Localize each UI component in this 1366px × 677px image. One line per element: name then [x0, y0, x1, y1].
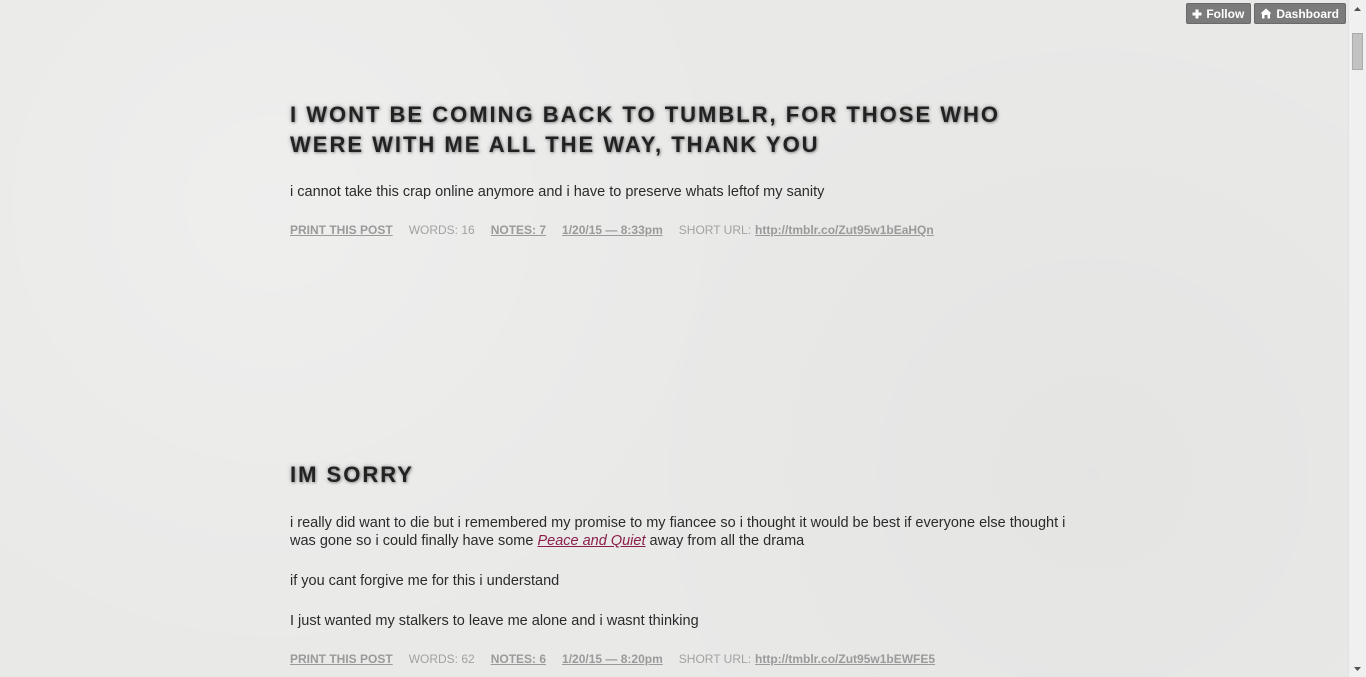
post-body: i cannot take this crap online anymore a… — [290, 183, 1080, 201]
home-icon — [1260, 8, 1272, 19]
dashboard-label: Dashboard — [1276, 6, 1339, 21]
post-meta: PRINT THIS POST WORDS: 16 NOTES: 7 1/20/… — [290, 223, 1080, 237]
peace-and-quiet-link[interactable]: Peace and Quiet — [537, 533, 645, 549]
post-title: IM SORRY — [290, 462, 414, 487]
word-count: WORDS: 16 — [408, 223, 475, 237]
short-url-label: SHORT URL: — [678, 652, 752, 666]
post-paragraph: I just wanted my stalkers to leave me al… — [290, 613, 699, 629]
post-title-line-1: I WONT BE COMING BACK TO TUMBLR, FOR THO… — [290, 102, 1000, 127]
scroll-thumb[interactable] — [1352, 33, 1363, 70]
post-paragraph: i cannot take this crap online anymore a… — [290, 184, 825, 200]
short-url-link[interactable]: http://tmblr.co/Zut95w1bEWFE5 — [755, 652, 935, 666]
notes-link[interactable]: NOTES: 7 — [491, 223, 546, 237]
print-post-link[interactable]: PRINT THIS POST — [290, 223, 393, 237]
notes-link[interactable]: NOTES: 6 — [491, 652, 546, 666]
post: I WONT BE COMING BACK TO TUMBLR, FOR THO… — [290, 100, 1080, 237]
post-paragraph: if you cant forgive me for this i unders… — [290, 573, 560, 589]
page: Follow Dashboard I WONT BE COMING BACK T… — [0, 0, 1366, 677]
post: IM SORRY i really did want to die but i … — [290, 460, 1080, 666]
top-controls: Follow Dashboard — [1186, 3, 1346, 24]
follow-label: Follow — [1206, 6, 1245, 21]
print-post-link[interactable]: PRINT THIS POST — [290, 652, 393, 666]
post-date-link[interactable]: 1/20/15 — 8:33pm — [562, 223, 663, 237]
scroll-down-arrow-icon[interactable] — [1349, 660, 1366, 677]
short-url-link[interactable]: http://tmblr.co/Zut95w1bEaHQn — [755, 223, 934, 237]
plus-icon — [1192, 9, 1202, 18]
post-title-line-2: WERE WITH ME ALL THE WAY, THANK YOU — [290, 132, 820, 157]
post-body: i really did want to die but i remembere… — [290, 514, 1080, 630]
post-title: I WONT BE COMING BACK TO TUMBLR, FOR THO… — [290, 100, 1080, 160]
post-meta: PRINT THIS POST WORDS: 62 NOTES: 6 1/20/… — [290, 652, 1080, 666]
post-date-link[interactable]: 1/20/15 — 8:20pm — [562, 652, 663, 666]
short-url-label: SHORT URL: — [678, 223, 752, 237]
scroll-up-arrow-icon[interactable] — [1349, 0, 1366, 17]
vertical-scrollbar[interactable] — [1348, 0, 1366, 677]
post-paragraph: i really did want to die but i remembere… — [290, 515, 1066, 549]
follow-button[interactable]: Follow — [1186, 3, 1252, 24]
word-count: WORDS: 62 — [408, 652, 475, 666]
dashboard-button[interactable]: Dashboard — [1254, 3, 1346, 24]
